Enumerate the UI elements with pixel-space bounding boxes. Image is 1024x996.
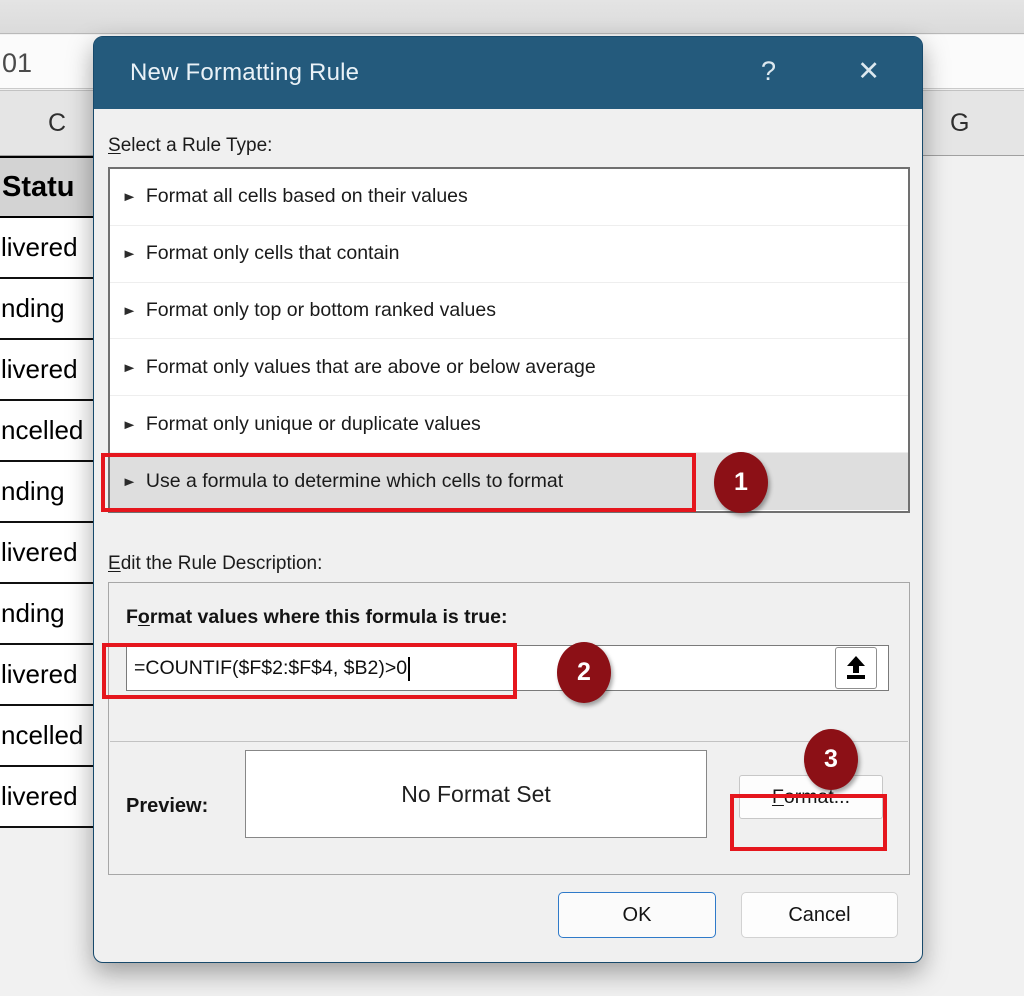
label-text: dit the Rule Description: xyxy=(121,553,323,574)
accel-letter: S xyxy=(108,135,121,156)
table-header-cell[interactable]: Statu xyxy=(0,156,94,218)
formula-bar-text-fragment: 01 xyxy=(2,48,32,79)
table-cell[interactable]: livered xyxy=(0,340,94,401)
accel-letter: o xyxy=(138,606,150,628)
table-cell[interactable]: nding xyxy=(0,584,94,645)
table-cell[interactable]: livered xyxy=(0,645,94,706)
arrow-bullet-icon: ► xyxy=(121,360,137,375)
annotation-box-step1 xyxy=(101,453,696,512)
cancel-button[interactable]: Cancel xyxy=(741,892,898,938)
option-label: Format all cells based on their values xyxy=(146,185,468,208)
option-label: Format only cells that contain xyxy=(146,242,400,265)
table-cell[interactable]: livered xyxy=(0,523,94,584)
accel-letter: E xyxy=(108,553,121,574)
dialog-title: New Formatting Rule xyxy=(130,59,359,87)
annotation-badge-step2: 2 xyxy=(557,642,611,703)
label-text: elect a Rule Type: xyxy=(121,135,273,156)
annotation-box-step3 xyxy=(730,794,887,851)
rule-description-label: Edit the Rule Description: xyxy=(108,553,322,575)
arrow-bullet-icon: ► xyxy=(121,417,137,432)
arrow-bullet-icon: ► xyxy=(121,246,137,261)
preview-label: Preview: xyxy=(126,795,208,818)
table-cell[interactable]: nding xyxy=(0,462,94,523)
option-label: Format only top or bottom ranked values xyxy=(146,299,496,322)
annotation-box-step2 xyxy=(102,643,517,699)
table-cell[interactable]: livered xyxy=(0,767,94,828)
rule-type-option-ranked[interactable]: ► Format only top or bottom ranked value… xyxy=(110,283,908,340)
rule-type-option-average[interactable]: ► Format only values that are above or b… xyxy=(110,339,908,396)
option-label: Format only unique or duplicate values xyxy=(146,413,481,436)
dialog-titlebar[interactable]: New Formatting Rule ? ✕ xyxy=(94,37,922,109)
ribbon-bottom-strip xyxy=(0,0,1024,34)
collapse-dialog-button[interactable] xyxy=(835,647,877,689)
help-icon[interactable]: ? xyxy=(761,56,776,87)
close-icon[interactable]: ✕ xyxy=(857,56,880,87)
collapse-dialog-icon xyxy=(845,656,867,680)
rule-type-option-unique[interactable]: ► Format only unique or duplicate values xyxy=(110,396,908,453)
table-cell[interactable]: ncelled xyxy=(0,401,94,462)
arrow-bullet-icon: ► xyxy=(121,303,137,318)
annotation-badge-step1: 1 xyxy=(714,452,768,513)
option-label: Format only values that are above or bel… xyxy=(146,356,596,379)
rule-type-option-contain[interactable]: ► Format only cells that contain xyxy=(110,226,908,283)
table-cell[interactable]: ncelled xyxy=(0,706,94,767)
ok-button[interactable]: OK xyxy=(558,892,716,938)
table-cell[interactable]: livered xyxy=(0,218,94,279)
groupbox-divider xyxy=(110,741,908,742)
annotation-badge-step3: 3 xyxy=(804,729,858,790)
rule-type-label: Select a Rule Type: xyxy=(108,135,272,157)
rule-type-option-values[interactable]: ► Format all cells based on their values xyxy=(110,169,908,226)
table-cell[interactable]: nding xyxy=(0,279,94,340)
preview-text: No Format Set xyxy=(401,781,551,808)
formula-prompt-label: Format values where this formula is true… xyxy=(126,606,507,629)
format-preview: No Format Set xyxy=(245,750,707,838)
column-header-g[interactable]: G xyxy=(950,109,969,138)
screen: 01 C G Statu livered nding livered ncell… xyxy=(0,0,1024,996)
column-header-c[interactable]: C xyxy=(48,109,66,138)
arrow-bullet-icon: ► xyxy=(121,189,137,204)
status-column-fragment: Statu livered nding livered ncelled ndin… xyxy=(0,156,94,828)
